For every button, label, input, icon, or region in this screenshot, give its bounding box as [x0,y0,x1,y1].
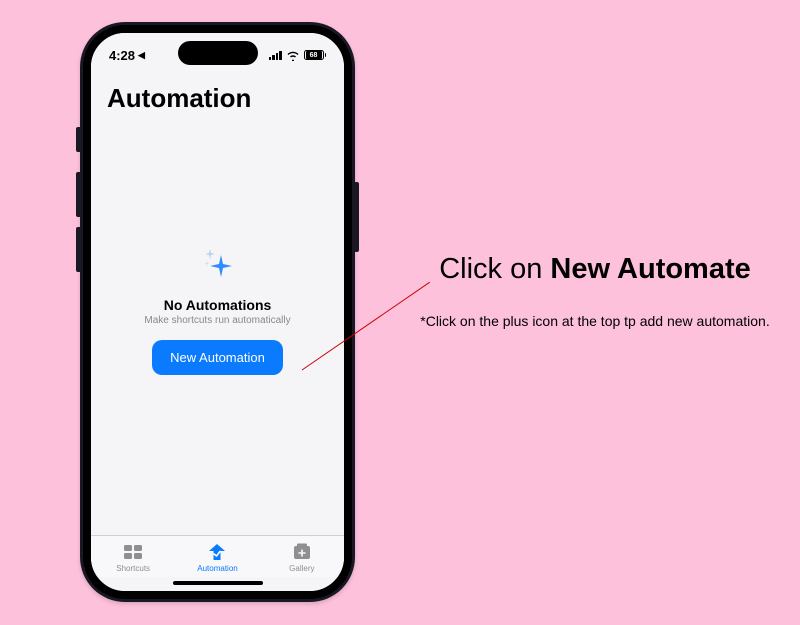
mute-switch [76,127,80,152]
automation-icon [206,542,228,562]
status-left: 4:28 ◀ [109,48,145,63]
instruction-bold: New Automate [550,253,750,285]
power-button [355,182,359,252]
dynamic-island [178,41,258,65]
instruction-note: *Click on the plus icon at the top tp ad… [420,311,770,331]
location-indicator-icon: ◀ [138,50,145,61]
tab-automation-label: Automation [197,564,237,573]
tab-automation[interactable]: Automation [175,542,259,573]
battery-percent: 68 [306,51,322,59]
status-time: 4:28 [109,48,135,63]
home-indicator [173,581,263,585]
shortcuts-icon [122,542,144,562]
cellular-signal-icon [269,50,282,60]
callout-line [300,282,430,372]
wifi-icon [286,50,300,61]
tab-shortcuts[interactable]: Shortcuts [91,542,175,573]
status-right: 68 [269,50,327,61]
empty-state-title: No Automations [164,297,272,313]
sparkle-icon [197,243,239,285]
tab-bar: Shortcuts Automation Gallery [91,535,344,577]
instruction-prefix: Click on [439,253,550,285]
new-automation-button[interactable]: New Automation [152,340,283,375]
volume-down-button [76,227,80,272]
gallery-icon [291,542,313,562]
tab-gallery-label: Gallery [289,564,314,573]
volume-up-button [76,172,80,217]
tab-shortcuts-label: Shortcuts [116,564,150,573]
page-title: Automation [91,69,344,122]
battery-icon: 68 [304,50,327,60]
instruction-title: Click on New Automate [420,250,770,289]
instruction-panel: Click on New Automate *Click on the plus… [420,250,770,331]
empty-state-subtitle: Make shortcuts run automatically [144,315,290,326]
tab-gallery[interactable]: Gallery [260,542,344,573]
